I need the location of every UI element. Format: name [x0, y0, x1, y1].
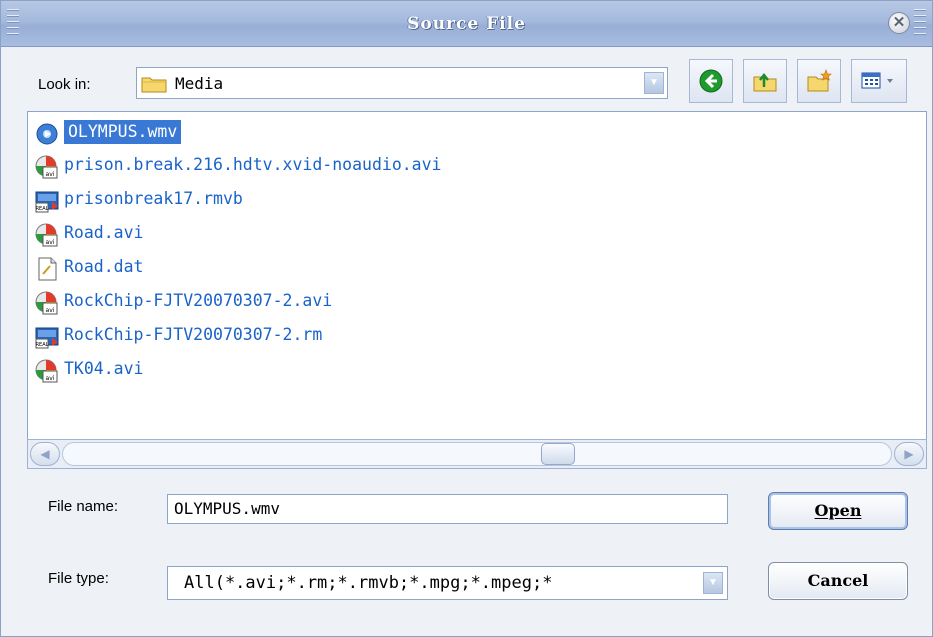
- svg-text:avi: avi: [46, 375, 55, 382]
- open-button[interactable]: Open: [768, 492, 908, 530]
- avi-icon: avi: [34, 154, 60, 180]
- cancel-button[interactable]: Cancel: [768, 562, 908, 600]
- file-list[interactable]: OLYMPUS.wmv avi prison.break.216.hdtv.xvid…: [27, 111, 927, 441]
- file-name-text: Road.dat: [64, 257, 144, 276]
- chevron-right-icon: ▶: [904, 447, 914, 461]
- file-list-item[interactable]: Road.dat: [34, 252, 914, 284]
- avi-icon: avi: [34, 358, 60, 384]
- title-bar[interactable]: Source File ✕: [1, 1, 932, 47]
- open-button-label: Open: [814, 501, 862, 520]
- close-button[interactable]: ✕: [888, 12, 910, 34]
- horizontal-scrollbar[interactable]: ◀ ▶: [27, 439, 927, 469]
- scroll-left-button[interactable]: ◀: [30, 442, 60, 466]
- file-name-text: RockChip-FJTV20070307-2.rm: [64, 325, 323, 344]
- svg-text:REAL: REAL: [36, 342, 49, 348]
- file-list-item[interactable]: avi RockChip-FJTV20070307-2.avi: [34, 286, 914, 318]
- scroll-right-button[interactable]: ▶: [894, 442, 924, 466]
- scroll-track[interactable]: [62, 442, 892, 466]
- dialog-title: Source File: [407, 14, 526, 34]
- wmv-icon: [34, 120, 60, 146]
- title-grip-right: [914, 9, 926, 39]
- file-name-input[interactable]: OLYMPUS.wmv: [167, 494, 728, 524]
- svg-text:avi: avi: [46, 307, 55, 314]
- chevron-left-icon: ◀: [40, 447, 50, 461]
- close-icon: ✕: [892, 14, 906, 31]
- file-name-text: prisonbreak17.rmvb: [64, 189, 243, 208]
- avi-icon: avi: [34, 290, 60, 316]
- avi-icon: avi: [34, 222, 60, 248]
- file-list-item[interactable]: avi Road.avi: [34, 218, 914, 250]
- up-folder-icon: [753, 72, 777, 92]
- back-icon: [699, 69, 723, 93]
- file-name-label: File name:: [48, 498, 119, 515]
- scroll-thumb[interactable]: [541, 443, 575, 465]
- file-list-item[interactable]: REAL prisonbreak17.rmvb: [34, 184, 914, 216]
- new-folder-button[interactable]: [797, 59, 841, 103]
- real-media-icon: REAL: [34, 324, 60, 350]
- svg-text:avi: avi: [46, 239, 55, 246]
- file-name-text: Road.avi: [64, 223, 144, 242]
- file-type-dropdown-button[interactable]: ▼: [703, 572, 723, 594]
- file-type-dropdown[interactable]: All(*.avi;*.rm;*.rmvb;*.mpg;*.mpeg;* ▼: [167, 566, 728, 600]
- dat-file-icon: [34, 256, 60, 282]
- file-type-value: All(*.avi;*.rm;*.rmvb;*.mpg;*.mpeg;*: [184, 573, 553, 593]
- new-folder-icon: [807, 69, 832, 92]
- look-in-label: Look in:: [38, 76, 91, 93]
- svg-text:REAL: REAL: [36, 206, 49, 212]
- file-list-item[interactable]: avi TK04.avi: [34, 354, 914, 386]
- file-name-text: OLYMPUS.wmv: [64, 120, 182, 144]
- look-in-dropdown[interactable]: Media ▼: [136, 67, 668, 99]
- chevron-down-icon: ▼: [649, 77, 659, 88]
- file-list-item[interactable]: avi prison.break.216.hdtv.xvid-noaudio.av…: [34, 150, 914, 182]
- look-in-value: Media: [175, 74, 224, 93]
- svg-text:avi: avi: [46, 171, 55, 178]
- file-name-text: prison.break.216.hdtv.xvid-noaudio.avi: [64, 155, 442, 174]
- view-menu-icon: [861, 72, 893, 89]
- chevron-down-icon: ▼: [708, 577, 718, 588]
- source-file-dialog: Source File ✕ Look in: Media ▼ OLYMPUS.w…: [0, 0, 933, 637]
- view-menu-button[interactable]: [851, 59, 907, 103]
- back-button[interactable]: [689, 59, 733, 103]
- up-folder-button[interactable]: [743, 59, 787, 103]
- folder-icon: [141, 77, 167, 93]
- file-name-text: RockChip-FJTV20070307-2.avi: [64, 291, 333, 310]
- file-list-item[interactable]: OLYMPUS.wmv: [34, 116, 914, 148]
- file-list-item[interactable]: REAL RockChip-FJTV20070307-2.rm: [34, 320, 914, 352]
- look-in-dropdown-button[interactable]: ▼: [644, 72, 664, 94]
- file-name-text: TK04.avi: [64, 359, 144, 378]
- file-type-label: File type:: [48, 570, 109, 587]
- real-media-icon: REAL: [34, 188, 60, 214]
